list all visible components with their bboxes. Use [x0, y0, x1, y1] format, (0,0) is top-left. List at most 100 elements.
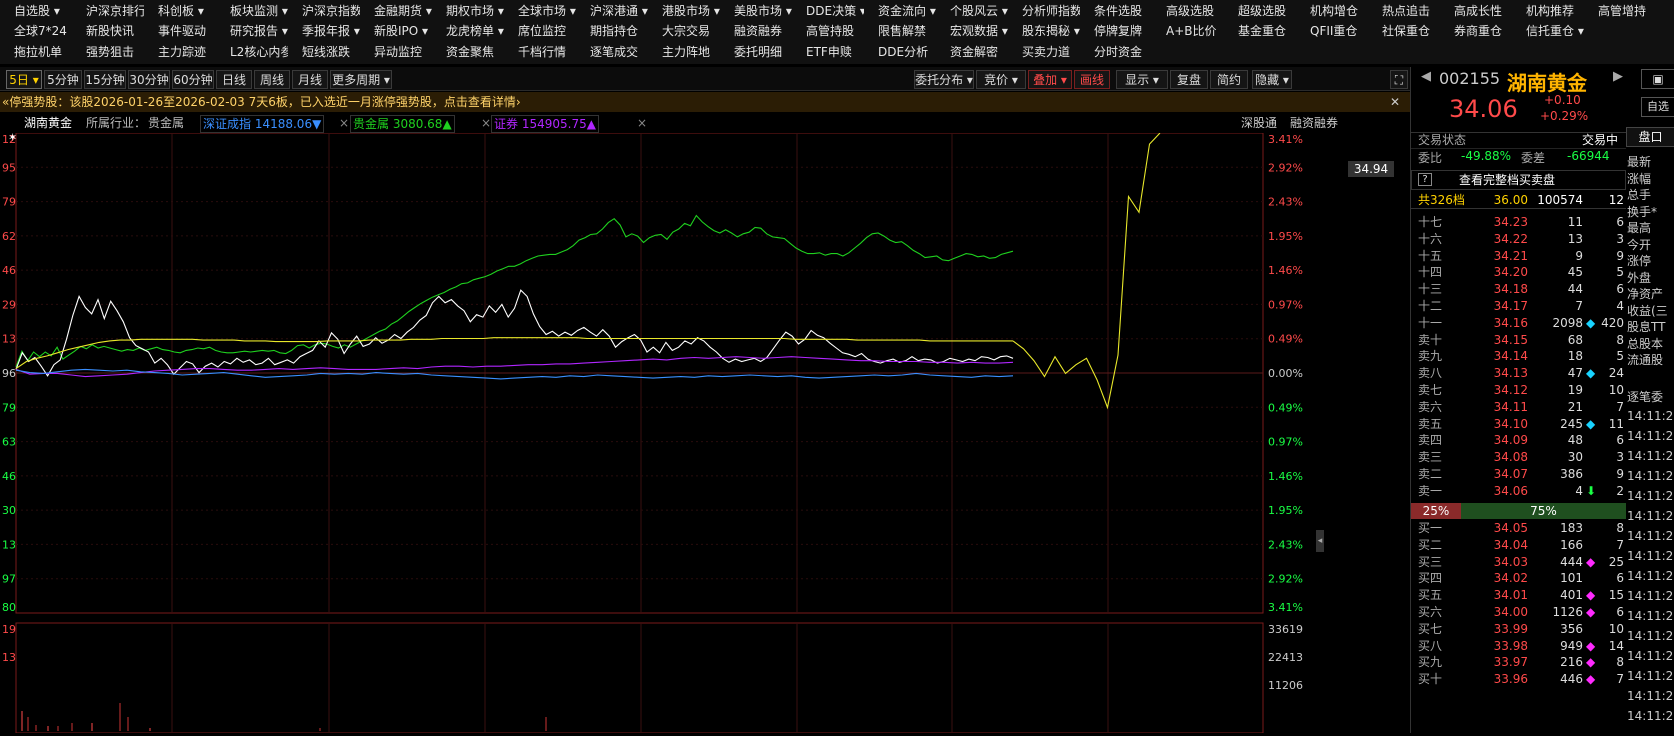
menu-item[interactable]: 全球市场 ▾ — [504, 1, 576, 22]
menu-item[interactable]: 席位监控 — [504, 21, 576, 42]
menu-item[interactable]: 千档行情 — [504, 42, 576, 63]
menu-item[interactable]: 拖拉机单 — [0, 42, 72, 63]
menu-item[interactable]: DDE决策 ▾ — [792, 1, 864, 22]
trades-label[interactable]: 逐笔委 — [1627, 388, 1674, 405]
menu-item[interactable]: L2核心内参 — [216, 42, 288, 63]
tool-button[interactable]: 简约 — [1210, 70, 1248, 89]
menu-item[interactable]: 研究报告 ▾ — [216, 21, 288, 42]
menu-item[interactable]: ETF申赎 — [792, 42, 864, 63]
menu-item[interactable]: 高级选股 — [1152, 1, 1224, 22]
menu-item[interactable]: 停牌复牌 — [1080, 21, 1152, 42]
remove-overlay-2-icon[interactable]: × — [481, 113, 491, 133]
tool-button[interactable]: 竞价 ▾ — [976, 70, 1026, 89]
period-tab[interactable]: 15分钟 — [84, 70, 126, 89]
menu-item[interactable]: 社保重仓 — [1368, 21, 1440, 42]
fullscreen-icon[interactable]: ⛶ — [1390, 70, 1408, 89]
menu-item[interactable]: 美股市场 ▾ — [720, 1, 792, 22]
help-icon[interactable]: ? — [1418, 173, 1432, 186]
tab-pankou[interactable]: 盘口 — [1626, 127, 1674, 147]
menu-item[interactable]: 买卖力道 — [1008, 42, 1080, 63]
link-hk-connect[interactable]: 深股通 — [1241, 113, 1277, 133]
full-book-label[interactable]: 查看完整档买卖盘 — [1459, 171, 1555, 189]
menu-item[interactable]: 大宗交易 — [648, 21, 720, 42]
menu-item[interactable]: 季报年报 ▾ — [288, 21, 360, 42]
add-favorite-button[interactable]: 自选 — [1641, 97, 1674, 117]
menu-item[interactable]: 宏观数据 ▾ — [936, 21, 1008, 42]
menu-item[interactable]: 期权市场 ▾ — [432, 1, 504, 22]
chart-svg[interactable]: 12 3.41%95 2.92%79 2.43%62 1.95%46 1.46%29 0.9… — [0, 131, 1410, 734]
menu-item[interactable]: 委托明细 — [720, 42, 792, 63]
menu-item[interactable]: 沪深港通 ▾ — [576, 1, 648, 22]
menu-item[interactable]: 信托重仓 ▾ — [1512, 21, 1584, 42]
menu-item[interactable]: 高管持股 — [792, 21, 864, 42]
link-margin[interactable]: 融资融券 — [1290, 113, 1338, 133]
menu-item[interactable]: QFII重仓 — [1296, 21, 1368, 42]
menu-item[interactable]: 基金重仓 — [1224, 21, 1296, 42]
period-tab[interactable]: 5分钟 — [44, 70, 82, 89]
menu-item[interactable]: 限售解禁 — [864, 21, 936, 42]
menu-item[interactable]: 期指持仓 — [576, 21, 648, 42]
notice-bar[interactable]: «停强势股：该股2026-01-26至2026-02-03 7天6板，已入选近一… — [0, 92, 1410, 112]
menu-item[interactable]: 主力踪迹 — [144, 42, 216, 63]
period-tab[interactable]: 60分钟 — [172, 70, 214, 89]
menu-item[interactable]: 机构增仓 — [1296, 1, 1368, 22]
period-tab[interactable]: 30分钟 — [128, 70, 170, 89]
menu-item[interactable]: 条件选股 — [1080, 1, 1152, 22]
period-tab[interactable]: 更多周期 ▾ — [330, 70, 392, 89]
period-tab[interactable]: 月线 — [292, 70, 328, 89]
menu-item[interactable]: 高管增持 — [1584, 1, 1656, 22]
menu-item[interactable]: 超级选股 — [1224, 1, 1296, 22]
menu-item[interactable]: 板块监测 ▾ — [216, 1, 288, 22]
menu-item[interactable]: 逐笔成交 — [576, 42, 648, 63]
menu-item[interactable]: 股东揭秘 ▾ — [1008, 21, 1080, 42]
full-book-button[interactable]: ? 查看完整档买卖盘 — [1411, 170, 1626, 190]
menu-item[interactable]: 短线涨跌 — [288, 42, 360, 63]
remove-overlay-3-icon[interactable]: × — [637, 113, 647, 133]
menu-item[interactable]: 金融期货 ▾ — [360, 1, 432, 22]
price-chart[interactable]: 12 3.41% 95 2.92% 79 2.43% 62 1.95% 46 1.46% 29 0.9… — [0, 131, 1410, 734]
tool-button[interactable]: 委托分布 ▾ — [914, 70, 974, 89]
tool-button[interactable]: 显示 ▾ — [1116, 70, 1168, 89]
menu-item[interactable]: 强势狙击 — [72, 42, 144, 63]
menu-item[interactable]: 龙虎榜单 ▾ — [432, 21, 504, 42]
overlay-index-3[interactable]: 证券 154905.75▲ — [491, 115, 599, 133]
menu-item[interactable]: 科创板 ▾ — [144, 1, 216, 22]
period-tab[interactable]: 周线 — [254, 70, 290, 89]
menu-item[interactable]: 热点追击 — [1368, 1, 1440, 22]
period-tab[interactable]: 5日 ▾ — [6, 70, 42, 89]
next-stock-icon[interactable]: ▶ — [1613, 69, 1623, 84]
menu-item[interactable]: 资金解密 — [936, 42, 1008, 63]
menu-item[interactable]: 自选股 ▾ — [0, 1, 72, 22]
menu-item[interactable]: 事件驱动 — [144, 21, 216, 42]
menu-item[interactable]: 异动监控 — [360, 42, 432, 63]
close-icon[interactable]: ✕ — [1390, 92, 1400, 112]
period-tab[interactable]: 日线 — [216, 70, 252, 89]
tool-button[interactable]: 画线 — [1074, 70, 1110, 89]
menu-item[interactable]: 分时资金 — [1080, 42, 1152, 63]
tool-button[interactable]: 隐藏 ▾ — [1252, 70, 1292, 89]
collapse-panel-icon[interactable]: ◂ — [1316, 530, 1324, 552]
menu-item[interactable]: 个股风云 ▾ — [936, 1, 1008, 22]
prev-stock-icon[interactable]: ◀ — [1421, 69, 1431, 84]
menu-item[interactable]: A+B比价 — [1152, 21, 1224, 42]
menu-item[interactable]: 券商重仓 — [1440, 21, 1512, 42]
overlay-index-2[interactable]: 贵金属 3080.68▲ — [350, 115, 455, 133]
menu-item[interactable]: DDE分析 — [864, 42, 936, 63]
overlay-index-1[interactable]: 深证成指 14188.06▼ — [200, 115, 325, 133]
tool-button[interactable]: 复盘 — [1170, 70, 1208, 89]
remove-overlay-1-icon[interactable]: × — [339, 113, 349, 133]
menu-item[interactable]: 沪深京指数 ▾ — [288, 1, 360, 22]
menu-item[interactable]: 融资融券 — [720, 21, 792, 42]
notice-text[interactable]: «停强势股：该股2026-01-26至2026-02-03 7天6板，已入选近一… — [2, 95, 521, 109]
menu-item[interactable]: 主力阵地 — [648, 42, 720, 63]
menu-item[interactable]: 沪深京排行 ▾ — [72, 1, 144, 22]
menu-item[interactable]: 分析师指数 — [1008, 1, 1080, 22]
menu-item[interactable]: 新股快讯 — [72, 21, 144, 42]
menu-item[interactable]: 全球7*24 — [0, 21, 72, 42]
menu-item[interactable]: 新股IPO ▾ — [360, 21, 432, 42]
menu-item[interactable]: 资金流向 ▾ — [864, 1, 936, 22]
menu-item[interactable]: 高成长性 — [1440, 1, 1512, 22]
tool-button[interactable]: 叠加 ▾ — [1028, 70, 1072, 89]
menu-item[interactable]: 机构推荐 — [1512, 1, 1584, 22]
side-button-top[interactable]: ▣ — [1641, 69, 1674, 89]
